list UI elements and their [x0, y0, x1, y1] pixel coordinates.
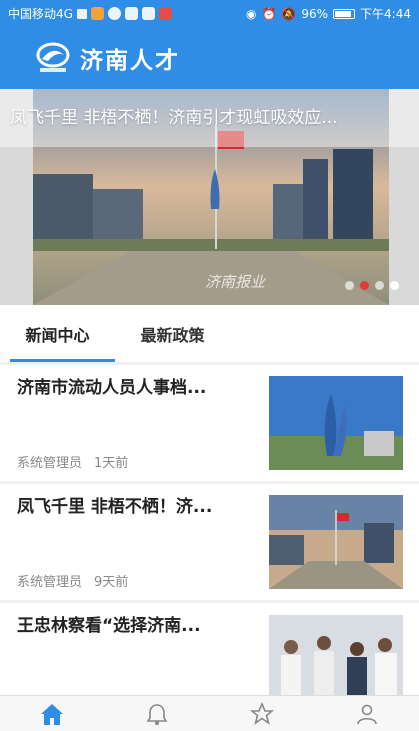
mute-icon: 🔕 [281, 6, 297, 21]
home-icon [41, 703, 64, 725]
bell-icon [146, 703, 168, 725]
news-tabs: 新闻中心 最新政策 [0, 305, 419, 363]
carousel-indicator [345, 281, 399, 290]
news-author: 系统管理员 [17, 456, 83, 471]
user-icon [356, 704, 377, 724]
status-right: ◉ ⏰ 🔕 96% 下午4:44 [246, 5, 411, 22]
nav-favorites[interactable] [210, 696, 315, 731]
app-screen: 中国移动4G ◉ ⏰ 🔕 96% 下午4:44 济南人才 凤飞千里 非梧不栖！济… [0, 0, 419, 731]
status-left: 中国移动4G [8, 5, 172, 22]
app-title: 济南人才 [80, 48, 180, 74]
alarm-icon: ⏰ [261, 6, 277, 21]
nav-home[interactable] [0, 696, 105, 731]
news-list-item[interactable]: 凤飞千里 非梧不栖！济... 系统管理员 9天前 [0, 484, 419, 600]
star-icon [249, 701, 274, 725]
news-title: 王忠林察看“选择济南... [17, 616, 201, 636]
news-meta: 系统管理员 1天前 [17, 452, 128, 471]
bottom-navigation [0, 695, 419, 731]
news-thumbnail [269, 615, 403, 695]
news-thumbnail [269, 376, 403, 470]
status-bar: 中国移动4G ◉ ⏰ 🔕 96% 下午4:44 [0, 0, 419, 27]
app-header: 济南人才 [0, 27, 419, 89]
clock-text: 下午4:44 [360, 7, 411, 21]
carousel-dot[interactable] [375, 281, 384, 290]
jinan-talent-logo-icon [36, 41, 70, 75]
banner-watermark: 济南报业 [205, 273, 266, 291]
carousel-dot[interactable] [390, 281, 399, 290]
shield-icon [141, 7, 155, 20]
banner-carousel[interactable]: 凤飞千里 非梧不栖！济南引才现虹吸效应... 济南报业 [0, 89, 419, 305]
news-title: 济南市流动人员人事档... [17, 378, 207, 398]
carrier-text: 中国移动4G [8, 7, 73, 21]
battery-icon [333, 8, 356, 19]
news-time: 9天前 [94, 575, 129, 590]
news-title: 凤飞千里 非梧不栖！济... [17, 497, 213, 517]
news-thumbnail [269, 495, 403, 589]
signal-icon [76, 8, 87, 19]
tab-label: 新闻中心 [25, 325, 90, 345]
tab-label: 最新政策 [140, 325, 205, 345]
notification-app-icon [90, 7, 104, 20]
tab-news-center[interactable]: 新闻中心 [0, 305, 115, 362]
news-time: 1天前 [94, 456, 129, 471]
banner-caption: 凤飞千里 非梧不栖！济南引才现虹吸效应... [0, 89, 419, 147]
calendar-icon [158, 7, 172, 20]
battery-percent: 96% [301, 6, 329, 21]
chat-icon [107, 7, 121, 20]
news-author: 系统管理员 [17, 575, 83, 590]
eye-icon: ◉ [245, 6, 257, 21]
app-notification-icon [124, 7, 138, 20]
carousel-dot[interactable] [345, 281, 354, 290]
tab-latest-policy[interactable]: 最新政策 [115, 305, 230, 362]
nav-profile[interactable] [314, 696, 419, 731]
news-list-item[interactable]: 王忠林察看“选择济南... [0, 603, 419, 695]
carousel-dot-active[interactable] [360, 281, 369, 290]
news-meta: 系统管理员 9天前 [17, 571, 128, 590]
news-list-item[interactable]: 济南市流动人员人事档... 系统管理员 1天前 [0, 365, 419, 481]
nav-notifications[interactable] [105, 696, 210, 731]
